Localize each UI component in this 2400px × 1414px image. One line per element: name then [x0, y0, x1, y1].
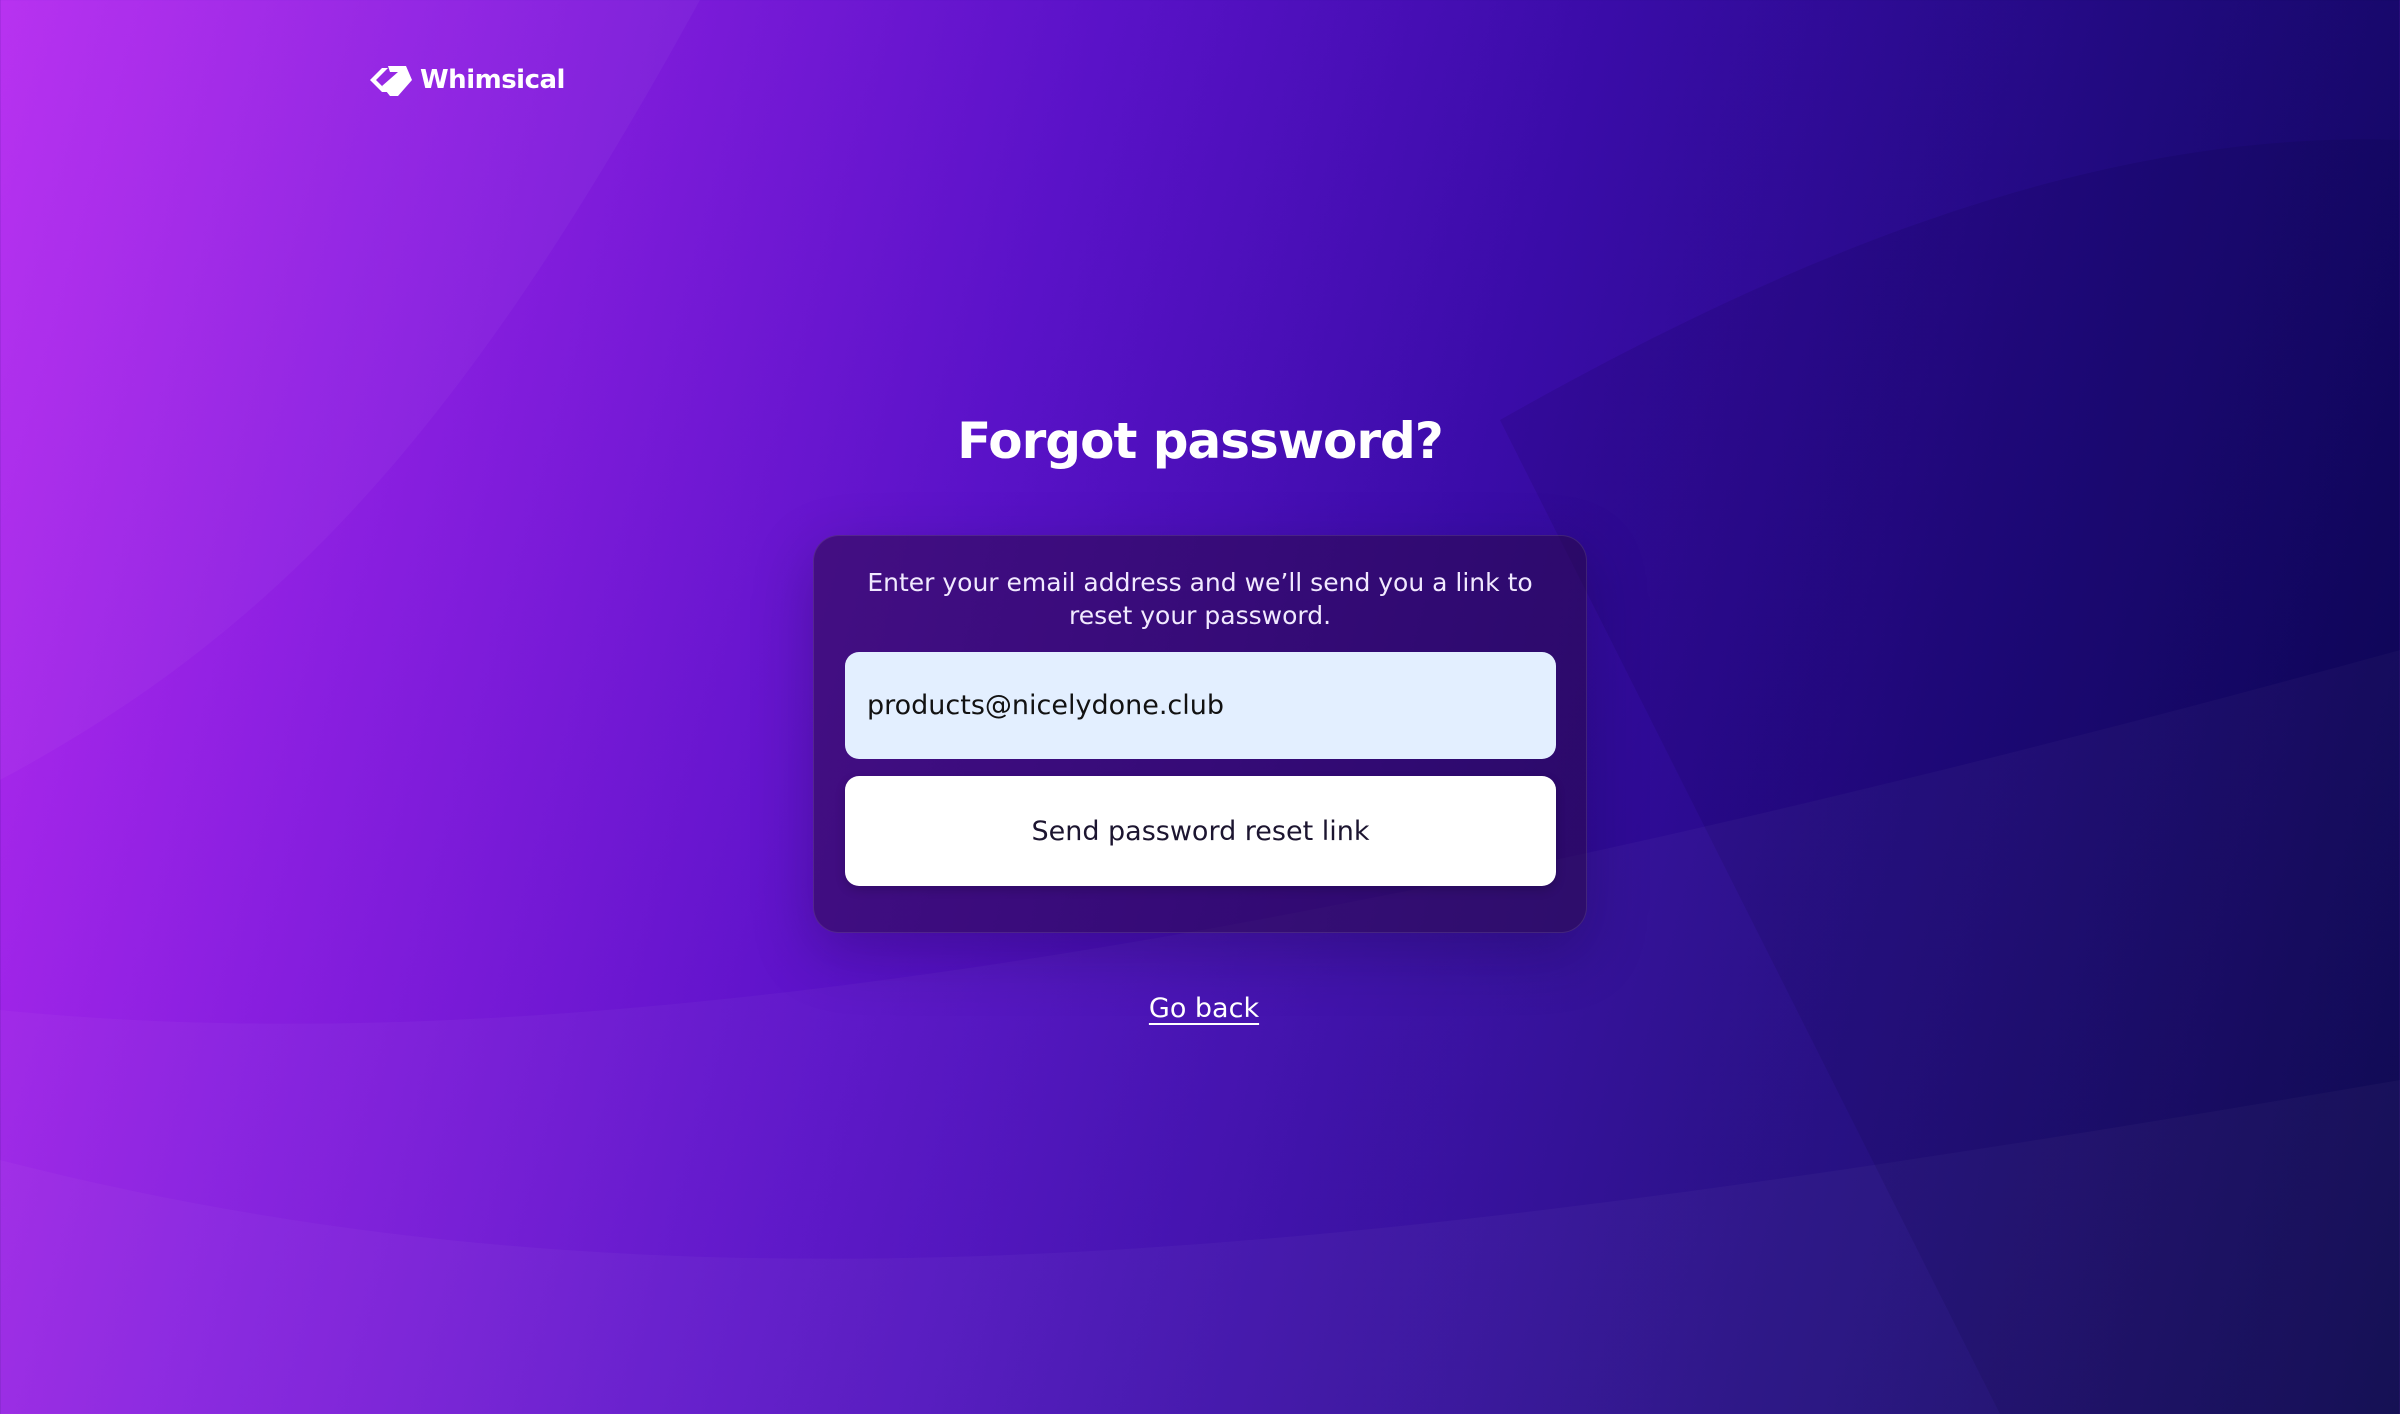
brand-name: Whimsical	[420, 65, 565, 95]
email-input[interactable]	[845, 652, 1556, 759]
page-title: Forgot password?	[957, 412, 1444, 470]
reset-instructions: Enter your email address and we’ll send …	[867, 568, 1533, 630]
go-back-link[interactable]: Go back	[0, 993, 2400, 1024]
whimsical-logo[interactable]: Whimsical	[368, 60, 565, 100]
reset-password-card: Enter your email address and we’ll send …	[813, 535, 1587, 933]
whimsical-diamond-icon	[370, 66, 412, 96]
send-reset-link-button[interactable]: Send password reset link	[845, 776, 1556, 886]
